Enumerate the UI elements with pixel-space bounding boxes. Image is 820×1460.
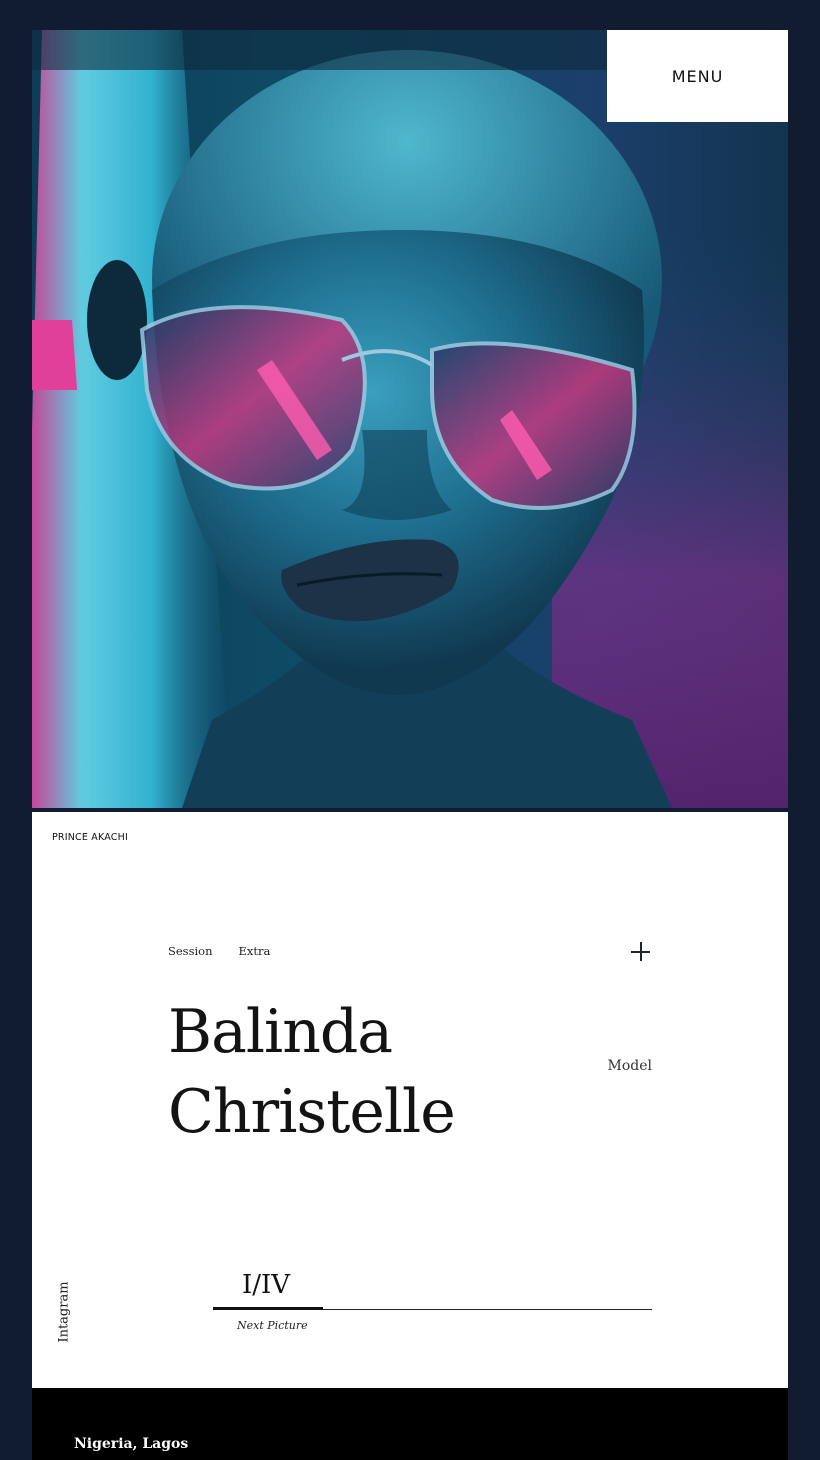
profile-card: PRINCE AKACHI Session Extra Balinda Chri…: [32, 812, 788, 1388]
model-last-name: Christelle: [168, 1077, 456, 1147]
tab-extra[interactable]: Extra: [239, 944, 271, 958]
location-label: Nigeria, Lagos: [74, 1436, 189, 1452]
progress-fill: [213, 1307, 323, 1310]
model-role: Model: [607, 1058, 653, 1074]
picture-counter: I/IV: [242, 1270, 291, 1300]
menu-button[interactable]: MENU: [607, 30, 788, 122]
model-name: Balinda Christelle: [168, 992, 456, 1152]
tab-bar: Session Extra: [168, 944, 270, 958]
instagram-link[interactable]: Intagram: [44, 1281, 84, 1343]
portrait-image: [32, 30, 788, 808]
brand-name[interactable]: PRINCE AKACHI: [52, 832, 128, 843]
plus-icon[interactable]: [631, 942, 651, 962]
tab-session[interactable]: Session: [168, 944, 213, 958]
model-first-name: Balinda: [168, 997, 393, 1067]
hero-photo: [32, 30, 788, 808]
instagram-label: Intagram: [56, 1281, 72, 1343]
next-picture-button[interactable]: Next Picture: [237, 1319, 308, 1332]
footer: Nigeria, Lagos: [32, 1388, 788, 1460]
